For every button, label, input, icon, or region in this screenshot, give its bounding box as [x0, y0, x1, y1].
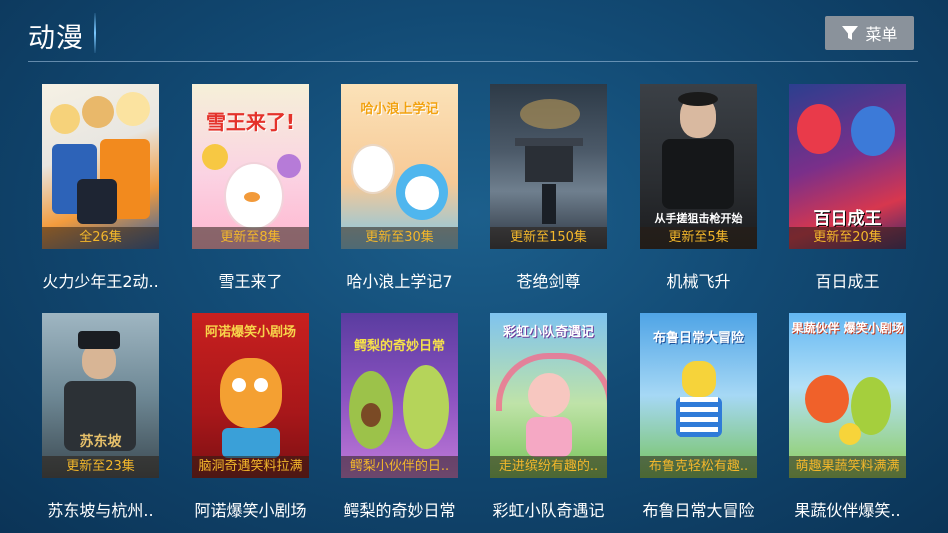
poster-image: 从手搓狙击枪开始 更新至5集 — [640, 84, 757, 249]
episode-badge: 更新至5集 — [640, 227, 757, 249]
video-card[interactable]: 鳄梨的奇妙日常 鳄梨小伙伴的日.. 鳄梨的奇妙日常 — [341, 313, 458, 520]
poster-image: 哈小浪上学记 更新至30集 — [341, 84, 458, 249]
poster-image: 雪王来了! 更新至8集 — [192, 84, 309, 249]
video-card[interactable]: 全26集 火力少年王2动.. — [42, 84, 159, 291]
video-title: 苍绝剑尊 — [516, 272, 581, 291]
video-card[interactable]: 百日成王 更新至20集 百日成王 — [789, 84, 906, 291]
video-card[interactable]: 雪王来了! 更新至8集 雪王来了 — [192, 84, 309, 291]
poster-logo-text: 布鲁日常大冒险 — [652, 331, 744, 346]
video-title: 百日成王 — [815, 272, 880, 291]
video-title: 阿诺爆笑小剧场 — [194, 501, 307, 520]
video-title: 苏东坡与杭州.. — [47, 501, 154, 520]
poster-logo-text: 鳄梨的奇妙日常 — [353, 339, 445, 354]
episode-badge: 更新至150集 — [490, 227, 607, 249]
poster-image: 布鲁日常大冒险 布鲁克轻松有趣.. — [640, 313, 757, 478]
episode-badge: 更新至20集 — [789, 227, 906, 249]
episode-badge: 走进缤纷有趣的.. — [490, 456, 607, 478]
poster-image: 苏东坡 更新至23集 — [42, 313, 159, 478]
poster-image: 鳄梨的奇妙日常 鳄梨小伙伴的日.. — [341, 313, 458, 478]
poster-image: 阿诺爆笑小剧场 脑洞奇遇笑料拉满 — [192, 313, 309, 478]
video-card[interactable]: 苏东坡 更新至23集 苏东坡与杭州.. — [42, 313, 159, 520]
episode-badge: 布鲁克轻松有趣.. — [640, 456, 757, 478]
poster-image: 果蔬伙伴 爆笑小剧场 萌趣果蔬笑料满满 — [789, 313, 906, 478]
video-card[interactable]: 更新至150集 苍绝剑尊 — [490, 84, 607, 291]
poster-logo-text: 苏东坡 — [79, 434, 122, 450]
video-card[interactable]: 从手搓狙击枪开始 更新至5集 机械飞升 — [640, 84, 757, 291]
video-card[interactable]: 布鲁日常大冒险 布鲁克轻松有趣.. 布鲁日常大冒险 — [640, 313, 757, 520]
episode-badge: 全26集 — [42, 227, 159, 249]
video-title: 果蔬伙伴爆笑.. — [794, 501, 901, 520]
poster-logo-text: 百日成王 — [813, 209, 882, 229]
poster-image: 百日成王 更新至20集 — [789, 84, 906, 249]
poster-logo-text: 彩虹小队奇遇记 — [502, 325, 594, 340]
video-card[interactable]: 彩虹小队奇遇记 走进缤纷有趣的.. 彩虹小队奇遇记 — [490, 313, 607, 520]
episode-badge: 脑洞奇遇笑料拉满 — [192, 456, 309, 478]
video-title: 机械飞升 — [666, 272, 731, 291]
episode-badge: 更新至30集 — [341, 227, 458, 249]
poster-logo-text: 雪王来了! — [205, 110, 296, 134]
video-card[interactable]: 果蔬伙伴 爆笑小剧场 萌趣果蔬笑料满满 果蔬伙伴爆笑.. — [789, 313, 906, 520]
poster-logo-text: 果蔬伙伴 爆笑小剧场 — [791, 321, 904, 335]
video-title: 火力少年王2动.. — [42, 272, 159, 291]
video-grid: 全26集 火力少年王2动.. 雪王来了! 更新至8集 雪王来了 哈小浪上学记 更… — [0, 0, 948, 533]
poster-logo-text: 哈小浪上学记 — [360, 102, 439, 117]
poster-logo-text: 从手搓狙击枪开始 — [654, 212, 743, 225]
video-title: 哈小浪上学记7 — [346, 272, 453, 291]
video-title: 布鲁日常大冒险 — [642, 501, 755, 520]
poster-logo-text: 阿诺爆笑小剧场 — [204, 325, 296, 340]
poster-image: 全26集 — [42, 84, 159, 249]
episode-badge: 鳄梨小伙伴的日.. — [341, 456, 458, 478]
video-title: 雪王来了 — [218, 272, 283, 291]
video-title: 彩虹小队奇遇记 — [492, 501, 605, 520]
episode-badge: 更新至23集 — [42, 456, 159, 478]
poster-image: 彩虹小队奇遇记 走进缤纷有趣的.. — [490, 313, 607, 478]
video-card[interactable]: 阿诺爆笑小剧场 脑洞奇遇笑料拉满 阿诺爆笑小剧场 — [192, 313, 309, 520]
video-card[interactable]: 哈小浪上学记 更新至30集 哈小浪上学记7 — [341, 84, 458, 291]
episode-badge: 更新至8集 — [192, 227, 309, 249]
poster-image: 更新至150集 — [490, 84, 607, 249]
video-title: 鳄梨的奇妙日常 — [343, 501, 456, 520]
episode-badge: 萌趣果蔬笑料满满 — [789, 456, 906, 478]
